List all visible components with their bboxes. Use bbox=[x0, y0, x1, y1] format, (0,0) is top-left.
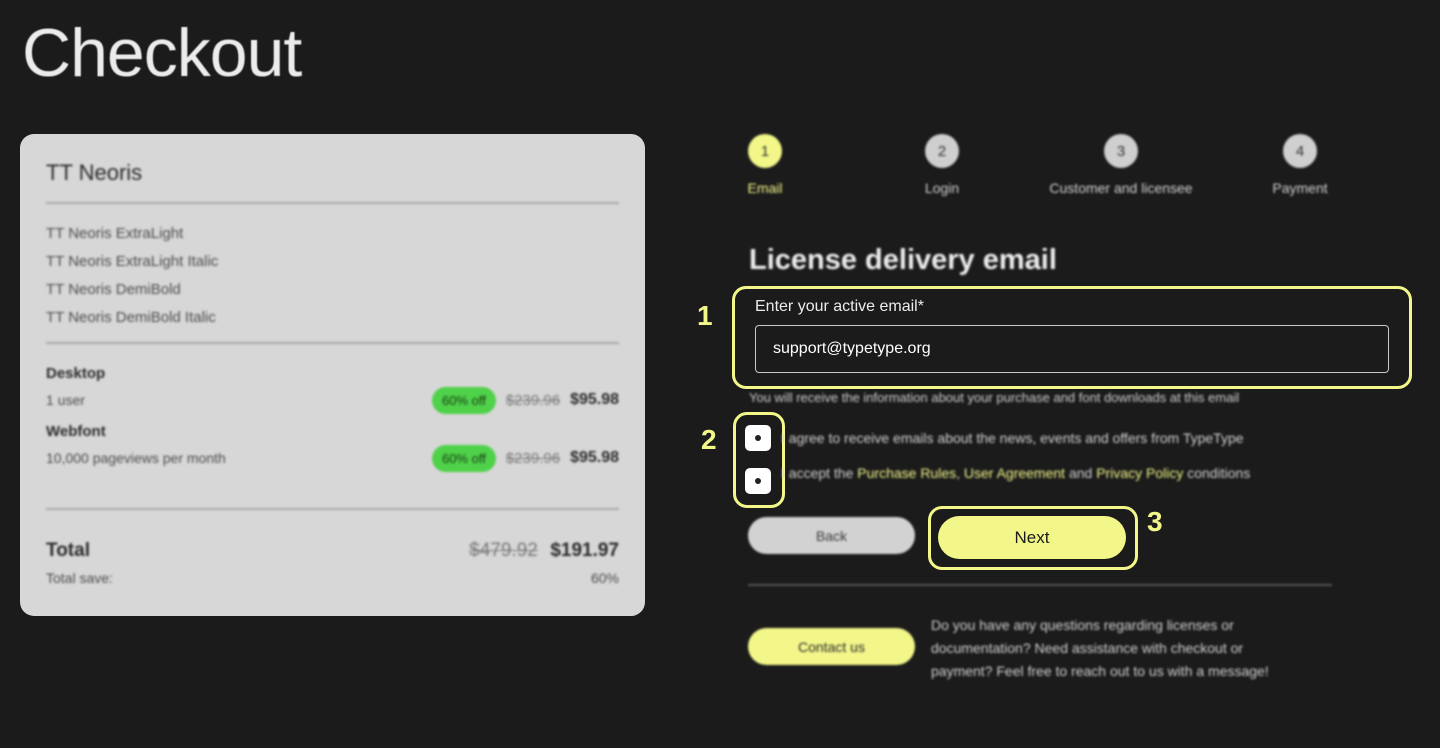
new-price: $95.98 bbox=[570, 391, 619, 408]
news-checkbox-label: I agree to receive emails about the news… bbox=[781, 430, 1244, 446]
email-field[interactable] bbox=[755, 325, 1389, 373]
page-title: Checkout bbox=[22, 15, 302, 91]
new-price: $95.98 bbox=[570, 449, 619, 466]
step-label: Payment bbox=[1272, 180, 1328, 196]
list-item: TT Neoris DemiBold bbox=[46, 281, 181, 298]
step-number: 2 bbox=[925, 134, 959, 168]
save-value: 60% bbox=[590, 570, 619, 586]
step-label: Customer and licensee bbox=[1049, 180, 1193, 196]
checkout-steps: 1 Email 2 Login 3 Customer and licensee … bbox=[740, 134, 1340, 204]
terms-checkbox-label: I accept the Purchase Rules, User Agreem… bbox=[781, 465, 1250, 481]
price-group: 60% off $239.96 $95.98 bbox=[431, 386, 619, 414]
total-old-price: $479.92 bbox=[469, 540, 538, 561]
old-price: $239.96 bbox=[505, 391, 561, 409]
privacy-policy-link[interactable]: Privacy Policy bbox=[1096, 465, 1183, 481]
discount-badge: 60% off bbox=[431, 444, 496, 472]
step-number: 1 bbox=[748, 134, 782, 168]
save-row: Total save: 60% bbox=[46, 570, 619, 586]
section-title: License delivery email bbox=[749, 244, 1057, 276]
list-item: TT Neoris ExtraLight bbox=[46, 225, 184, 242]
next-button[interactable]: Next bbox=[938, 516, 1126, 559]
step-label: Email bbox=[747, 180, 783, 196]
step-number: 3 bbox=[1104, 134, 1138, 168]
price-group: 60% off $239.96 $95.98 bbox=[431, 444, 619, 472]
back-button[interactable]: Back bbox=[748, 517, 915, 554]
totals: Total $479.92 $191.97 Total save: 60% bbox=[46, 510, 619, 586]
license-desc: 10,000 pageviews per month bbox=[46, 450, 226, 466]
email-label: Enter your active email* bbox=[755, 298, 924, 315]
license-row: 10,000 pageviews per month 60% off $239.… bbox=[46, 436, 619, 480]
checkbox-dot bbox=[755, 435, 761, 441]
contact-us-button[interactable]: Contact us bbox=[748, 628, 915, 665]
annotation-marker-1: 1 bbox=[697, 300, 713, 331]
total-new-price: $191.97 bbox=[550, 540, 619, 561]
terms-checkbox[interactable] bbox=[745, 468, 771, 494]
user-agreement-link[interactable]: User Agreement bbox=[964, 465, 1065, 481]
news-checkbox[interactable] bbox=[745, 425, 771, 451]
terms-suffix: conditions bbox=[1187, 465, 1251, 481]
total-row: Total $479.92 $191.97 bbox=[46, 540, 619, 562]
checkbox-dot bbox=[755, 478, 761, 484]
license-row: 1 user 60% off $239.96 $95.98 bbox=[46, 378, 619, 422]
list-item: TT Neoris ExtraLight Italic bbox=[46, 253, 219, 270]
terms-prefix: I accept the bbox=[781, 465, 854, 481]
step-login[interactable]: 2 Login bbox=[852, 134, 1032, 196]
list-item: TT Neoris DemiBold Italic bbox=[46, 309, 216, 326]
old-price: $239.96 bbox=[505, 449, 561, 467]
email-notice: You will receive the information about y… bbox=[749, 390, 1240, 405]
step-customer[interactable]: 3 Customer and licensee bbox=[1031, 134, 1211, 196]
total-label: Total bbox=[46, 540, 90, 561]
terms-and: and bbox=[1068, 465, 1093, 481]
step-label: Login bbox=[924, 180, 960, 196]
annotation-marker-3: 3 bbox=[1147, 506, 1163, 537]
purchase-rules-link[interactable]: Purchase Rules bbox=[857, 465, 956, 481]
order-summary-content: TT Neoris TT Neoris ExtraLight TT Neoris… bbox=[46, 160, 619, 586]
product-name: TT Neoris bbox=[46, 160, 143, 185]
contact-text: Do you have any questions regarding lice… bbox=[931, 617, 1269, 679]
step-number: 4 bbox=[1283, 134, 1317, 168]
comma: , bbox=[956, 465, 960, 481]
step-email[interactable]: 1 Email bbox=[675, 134, 855, 196]
license-list: Desktop 1 user 60% off $239.96 $95.98 We… bbox=[46, 344, 619, 508]
divider bbox=[748, 584, 1332, 586]
order-summary-card: TT Neoris TT Neoris ExtraLight TT Neoris… bbox=[20, 134, 645, 616]
style-list: TT Neoris ExtraLight TT Neoris ExtraLigh… bbox=[46, 204, 619, 342]
total-price-group: $479.92 $191.97 bbox=[469, 540, 619, 562]
save-label: Total save: bbox=[46, 570, 113, 586]
license-desc: 1 user bbox=[46, 392, 85, 408]
discount-badge: 60% off bbox=[431, 386, 496, 414]
annotation-marker-2: 2 bbox=[701, 424, 717, 455]
step-payment[interactable]: 4 Payment bbox=[1210, 134, 1390, 196]
